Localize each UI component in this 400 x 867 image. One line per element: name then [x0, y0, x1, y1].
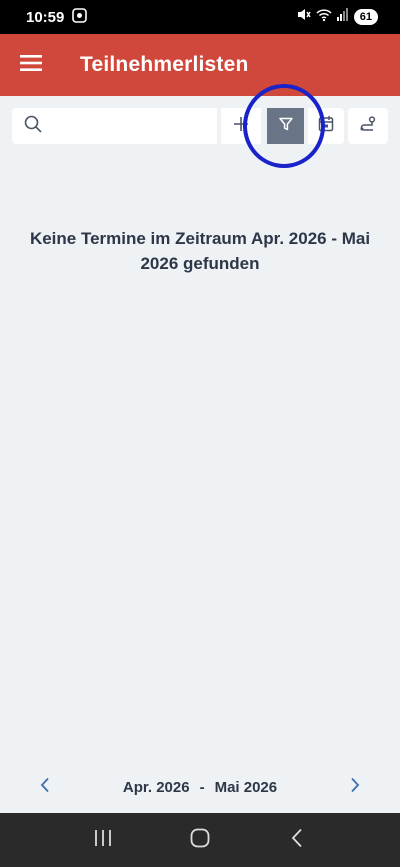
mute-icon [296, 7, 311, 27]
menu-button[interactable] [0, 34, 62, 96]
screenshot-icon [72, 7, 88, 27]
home-icon [190, 828, 210, 853]
calendar-icon [318, 115, 334, 137]
filter-icon [278, 116, 294, 137]
chevron-left-icon [40, 777, 50, 798]
chevron-right-icon [350, 777, 360, 798]
recent-apps-button[interactable] [83, 820, 123, 860]
page-title: Teilnehmerlisten [80, 53, 249, 76]
calendar-button[interactable] [308, 108, 345, 144]
search-box[interactable] [12, 108, 217, 144]
status-bar: 10:59 61 [0, 0, 400, 34]
wifi-icon [316, 8, 332, 27]
range-end: Mai 2026 [214, 778, 278, 796]
route-button[interactable] [348, 108, 388, 144]
signal-icon [336, 8, 349, 26]
back-button[interactable] [277, 820, 317, 860]
system-navigation-bar [0, 813, 400, 867]
status-time: 10:59 [26, 8, 65, 26]
battery-indicator: 61 [353, 9, 378, 25]
recent-apps-icon [93, 829, 113, 852]
add-button[interactable] [220, 108, 261, 144]
hamburger-menu-icon [20, 54, 42, 77]
range-start: Apr. 2026 [122, 778, 190, 796]
date-range-label: Apr. 2026 - Mai 2026 [123, 779, 277, 796]
next-period-button[interactable] [344, 772, 366, 802]
home-button[interactable] [180, 820, 220, 860]
filter-button[interactable] [266, 108, 305, 144]
range-separator: - [199, 778, 205, 796]
app-bar: Teilnehmerlisten [0, 34, 400, 96]
route-icon [359, 115, 377, 137]
back-icon [291, 828, 303, 853]
previous-period-button[interactable] [34, 772, 56, 802]
empty-state-message: Keine Termine im Zeitraum Apr. 2026 - Ma… [29, 229, 371, 273]
date-range-navigation: Apr. 2026 - Mai 2026 [0, 770, 400, 804]
add-icon [233, 116, 249, 137]
search-icon [24, 115, 42, 138]
search-input[interactable] [48, 110, 202, 142]
toolbar [12, 108, 388, 144]
